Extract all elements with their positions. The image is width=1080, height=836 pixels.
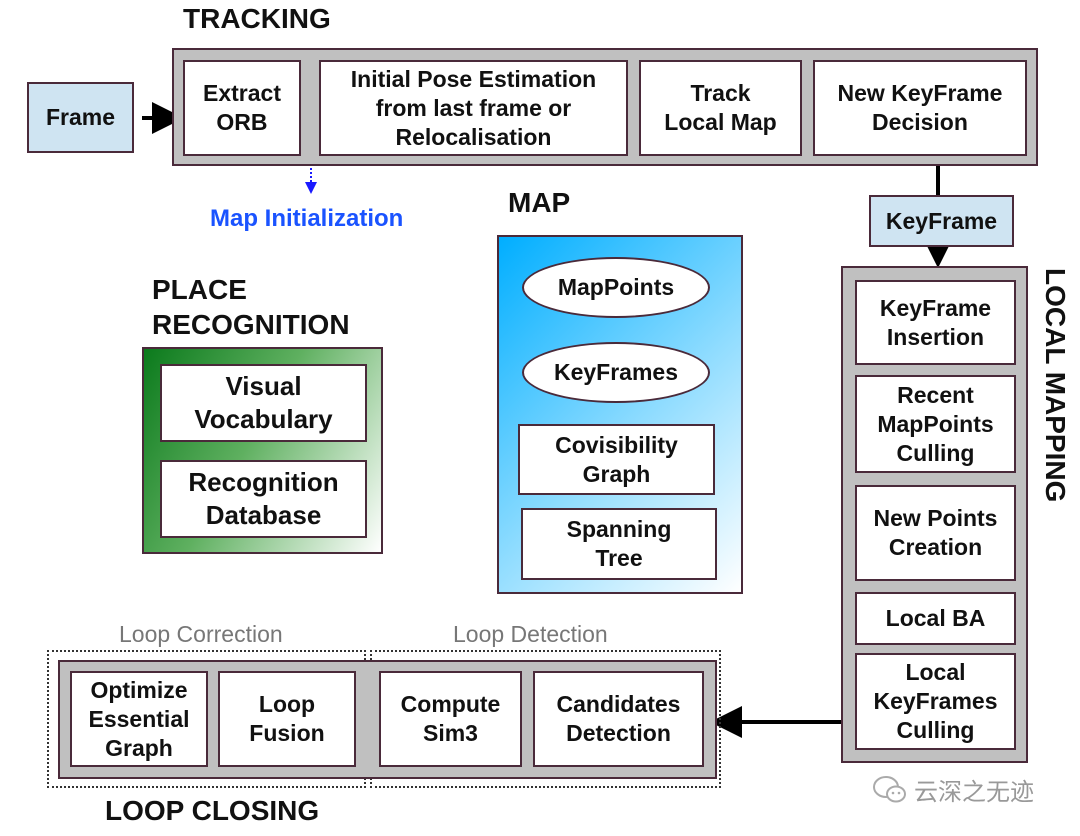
watermark-text: 云深之无迹 — [914, 779, 1034, 806]
loop-step-optimize-essential-graph: Optimize Essential Graph — [70, 671, 208, 767]
tracking-step-track-local-map: Track Local Map — [639, 60, 802, 156]
loop-step-candidates-detection: Candidates Detection — [533, 671, 704, 767]
loop-detection-label: Loop Detection — [453, 621, 608, 647]
loop-step-loop-fusion: Loop Fusion — [218, 671, 356, 767]
tracking-title: TRACKING — [183, 3, 331, 34]
place-item-recognition-database: Recognition Database — [160, 460, 367, 538]
loop-step-compute-sim3: Compute Sim3 — [379, 671, 522, 767]
local-mapping-step-recent-mappoints-culling: Recent MapPoints Culling — [855, 375, 1016, 473]
map-title: MAP — [508, 187, 571, 218]
local-mapping-step-new-points-creation: New Points Creation — [855, 485, 1016, 581]
map-item-spanning-tree: Spanning Tree — [521, 508, 717, 580]
wechat-icon — [873, 775, 906, 802]
map-initialization-label: Map Initialization — [210, 205, 404, 232]
tracking-step-initial-pose: Initial Pose Estimation from last frame … — [319, 60, 628, 156]
map-item-covisibility-graph: Covisibility Graph — [518, 424, 715, 495]
loop-closing-title: LOOP CLOSING — [105, 795, 320, 826]
frame-box: Frame — [27, 82, 134, 153]
place-recognition-title: PLACE RECOGNITION — [152, 274, 350, 340]
local-mapping-step-keyframe-insertion: KeyFrame Insertion — [855, 280, 1016, 365]
tracking-step-new-keyframe-decision: New KeyFrame Decision — [813, 60, 1027, 156]
local-mapping-title: LOCAL MAPPING — [1040, 268, 1071, 503]
local-mapping-step-local-ba: Local BA — [855, 592, 1016, 645]
watermark: 云深之无迹 — [872, 772, 1034, 807]
place-item-visual-vocabulary: Visual Vocabulary — [160, 364, 367, 442]
map-item-keyframes: KeyFrames — [522, 342, 710, 403]
tracking-step-extract-orb: Extract ORB — [183, 60, 301, 156]
map-item-mappoints: MapPoints — [522, 257, 710, 318]
local-mapping-step-local-keyframes-culling: Local KeyFrames Culling — [855, 653, 1016, 750]
keyframe-box: KeyFrame — [869, 195, 1014, 247]
loop-correction-label: Loop Correction — [119, 621, 283, 647]
